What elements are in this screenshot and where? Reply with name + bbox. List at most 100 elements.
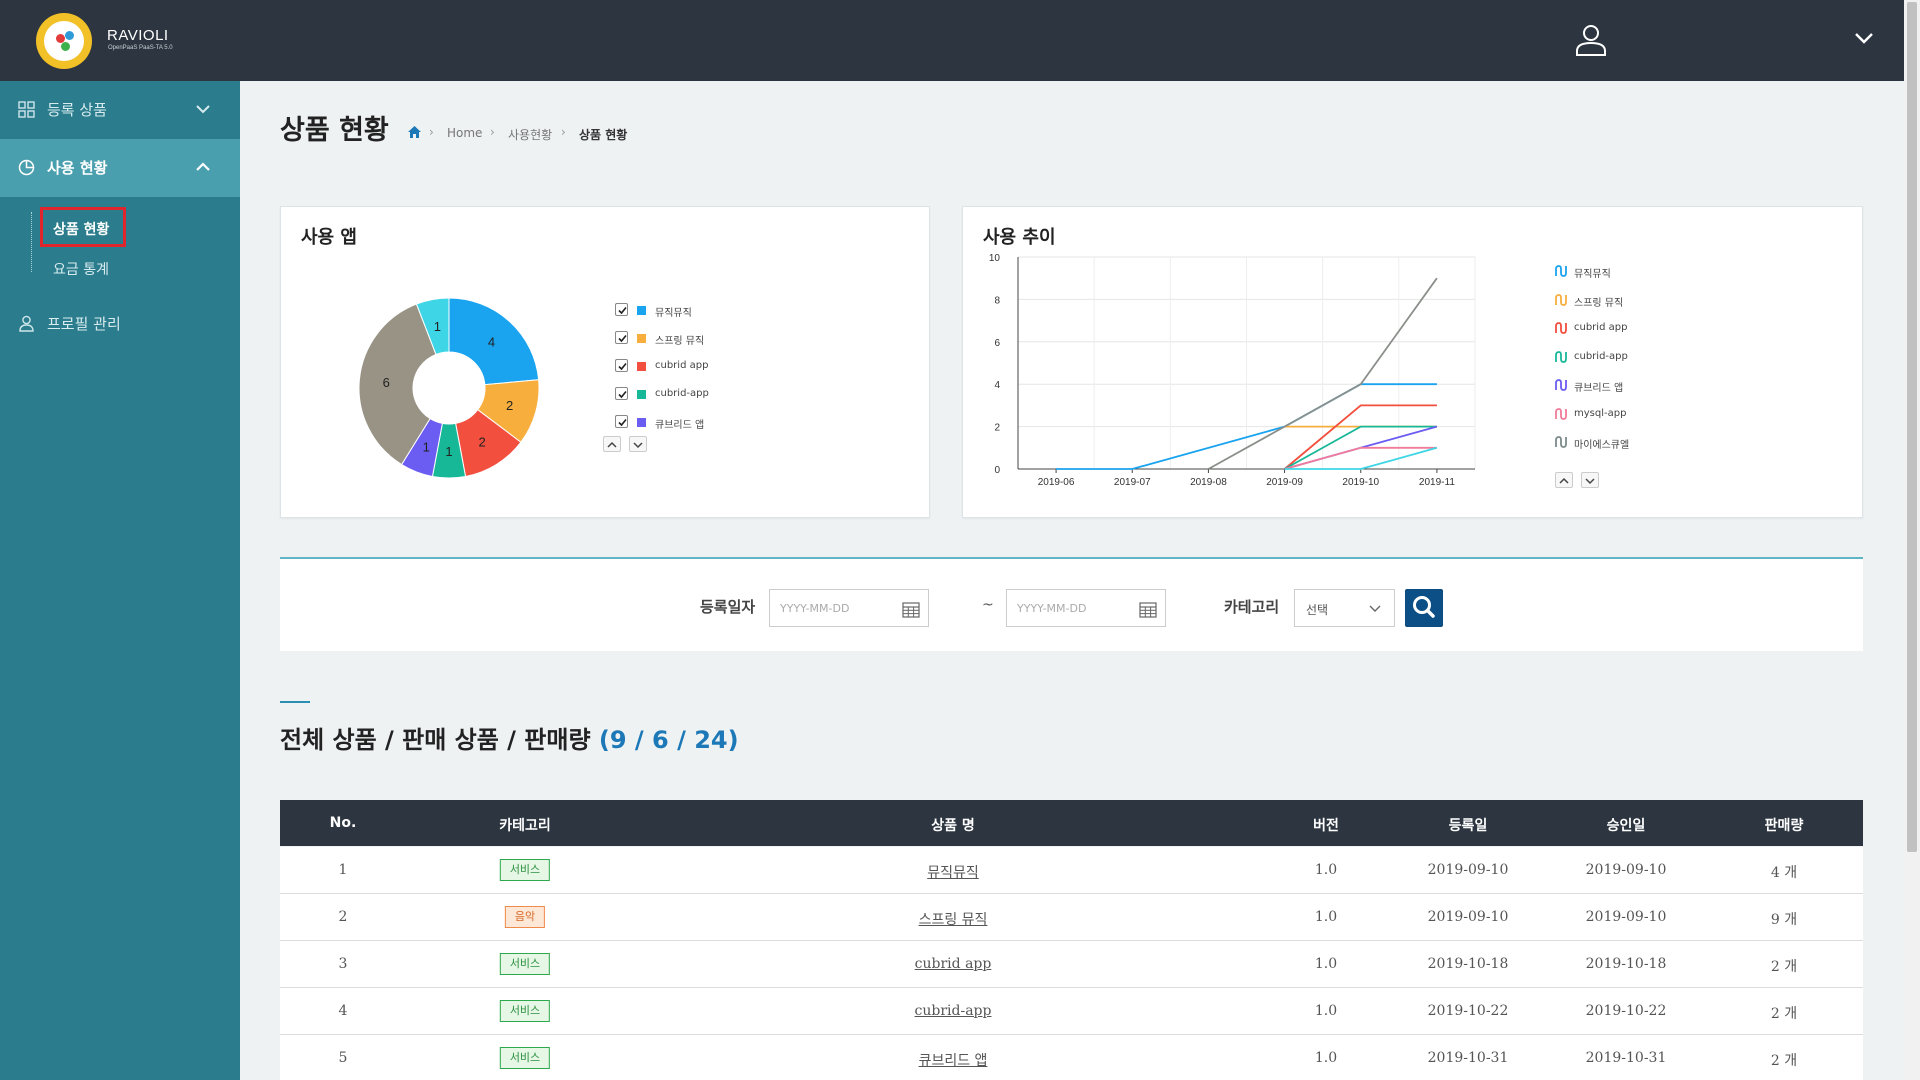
x-tick-label: 2019-10 [1342,477,1379,488]
cell-registered-date: 2019-10-18 [1427,956,1509,972]
sidebar-item-usage-status[interactable]: 사용 현황 [0,139,240,197]
breadcrumb-separator: › [561,125,566,139]
legend-checkbox[interactable] [615,331,628,344]
col-header-approved[interactable]: 승인일 [1607,815,1646,835]
usage-app-donut-chart[interactable]: 4221161 [356,295,542,481]
legend-next-button[interactable] [1581,472,1599,488]
usage-trend-card: 사용 추이 0 2 4 6 8 10 2019-06 2019-07 2019-08 2019-0… [962,206,1863,518]
breadcrumb-separator: › [429,125,434,139]
pie-slice-label: 1 [423,440,430,455]
legend-label: 큐브리드 앱 [655,420,705,431]
summary-accent-rule [280,701,310,703]
col-header-no[interactable]: No. [330,815,357,831]
chevron-down-icon [196,105,210,114]
cell-sales: 2 개 [1770,1053,1798,1069]
sidebar-subitem-product-status[interactable]: 상품 현황 [40,207,126,247]
search-panel: 등록일자 YYYY-MM-DD ~ YYYY-MM-DD 카테고리 선택 [280,557,1863,651]
legend-next-button[interactable] [629,436,647,452]
sidebar-item-registered-products[interactable]: 등록 상품 [0,81,240,139]
table-row[interactable]: 1 서비스 뮤직뮤직 1.0 2019-09-10 2019-09-10 4 개 [280,847,1863,894]
legend-line-icon [1555,322,1567,334]
legend-checkbox[interactable] [615,387,628,400]
breadcrumb-home[interactable]: Home [447,126,482,140]
scrollbar-thumb[interactable] [1907,2,1917,852]
chevron-down-icon [633,442,643,449]
x-tick-label: 2019-11 [1419,477,1455,488]
chevron-down-icon[interactable] [1853,30,1875,46]
product-name-link[interactable]: cubrid app [915,956,992,972]
logo[interactable] [36,13,92,69]
cell-sales: 2 개 [1770,959,1798,975]
legend-line-icon [1555,407,1567,420]
legend-line-icon [1555,379,1567,391]
table-row[interactable]: 3 서비스 cubrid app 1.0 2019-10-18 2019-10-18 2 개 [280,941,1863,988]
grid-icon [18,101,35,118]
product-name-link[interactable]: 뮤직뮤직 [927,862,979,882]
table-row[interactable]: 5 서비스 큐브리드 앱 1.0 2019-10-31 2019-10-31 2 개 [280,1035,1863,1080]
pie-slice-label: 4 [488,334,495,349]
cell-registered-date: 2019-10-31 [1427,1050,1509,1066]
sidebar-subitem-fee-statistics[interactable]: 요금 통계 [53,259,109,279]
pie-icon [18,159,35,176]
category-select[interactable]: 선택 [1294,589,1395,627]
legend-label: cubrid-app [655,388,709,399]
cell-version: 1.0 [1314,909,1338,925]
cell-version: 1.0 [1314,862,1338,878]
legend-checkbox[interactable] [615,303,628,316]
chevron-up-icon [607,441,617,448]
legend-prev-button[interactable] [603,436,621,452]
date-to-input[interactable]: YYYY-MM-DD [1006,589,1166,627]
legend-line-icon [1555,293,1567,306]
x-tick-label: 2019-08 [1190,477,1227,488]
sidebar-item-profile[interactable]: 프로필 관리 [0,295,240,353]
user-profile-icon[interactable] [1574,24,1608,56]
date-to-placeholder: YYYY-MM-DD [1017,602,1087,615]
cell-no: 4 [338,1003,348,1019]
cell-approved-date: 2019-10-31 [1585,1050,1667,1066]
product-name-link[interactable]: cubrid-app [915,1003,992,1019]
cell-registered-date: 2019-09-10 [1427,909,1509,925]
breadcrumb-usage[interactable]: 사용현황 [508,126,552,143]
product-name-link[interactable]: 스프링 뮤직 [919,909,988,929]
legend-label: 스프링 뮤직 [655,336,705,347]
x-tick-label: 2019-09 [1266,477,1303,488]
usage-trend-line-chart[interactable]: 0 2 4 6 8 10 2019-06 2019-07 2019-08 2019-09 2019-… [963,207,1543,519]
category-badge: 서비스 [499,859,551,881]
search-button[interactable] [1405,589,1443,627]
col-header-sales[interactable]: 판매량 [1765,815,1804,835]
calendar-icon[interactable] [902,601,920,618]
table-row[interactable]: 2 음악 스프링 뮤직 1.0 2019-09-10 2019-09-10 9 개 [280,894,1863,941]
category-badge: 서비스 [499,953,551,975]
cell-approved-date: 2019-10-22 [1585,1003,1667,1019]
chevron-down-icon [1585,478,1595,485]
product-name-link[interactable]: 큐브리드 앱 [919,1050,988,1070]
chevron-down-icon [1369,605,1381,612]
usage-app-card: 사용 앱 4221161 뮤직뮤직 스프링 뮤직 cubrid app cubrid-… [280,206,930,518]
col-header-registered[interactable]: 등록일 [1449,815,1488,835]
legend-checkbox[interactable] [615,415,628,428]
scrollbar[interactable] [1904,0,1920,1080]
table-row[interactable]: 4 서비스 cubrid-app 1.0 2019-10-22 2019-10-22 2 개 [280,988,1863,1035]
legend-line-icon [1555,436,1567,448]
pie-slice-label: 2 [506,398,513,413]
col-header-category[interactable]: 카테고리 [499,815,551,835]
legend-checkbox[interactable] [615,359,628,372]
category-badge: 서비스 [499,1000,551,1022]
col-header-product-name[interactable]: 상품 명 [931,815,975,835]
legend-swatch [637,306,646,315]
page-title: 상품 현황 [280,115,389,146]
calendar-icon[interactable] [1139,601,1157,618]
chevron-up-icon [1559,477,1569,484]
chevron-up-icon [196,162,210,171]
date-range-tilde: ~ [982,597,994,613]
sidebar-item-label: 프로필 관리 [47,315,121,333]
cell-version: 1.0 [1314,1050,1338,1066]
series-line[interactable] [1284,404,1437,470]
cell-sales: 4 개 [1770,865,1798,881]
col-header-version[interactable]: 버전 [1313,815,1339,835]
home-icon[interactable] [408,126,421,138]
legend-prev-button[interactable] [1555,472,1573,488]
user-icon [19,315,34,332]
date-from-input[interactable]: YYYY-MM-DD [769,589,929,627]
cell-no: 3 [338,956,348,972]
